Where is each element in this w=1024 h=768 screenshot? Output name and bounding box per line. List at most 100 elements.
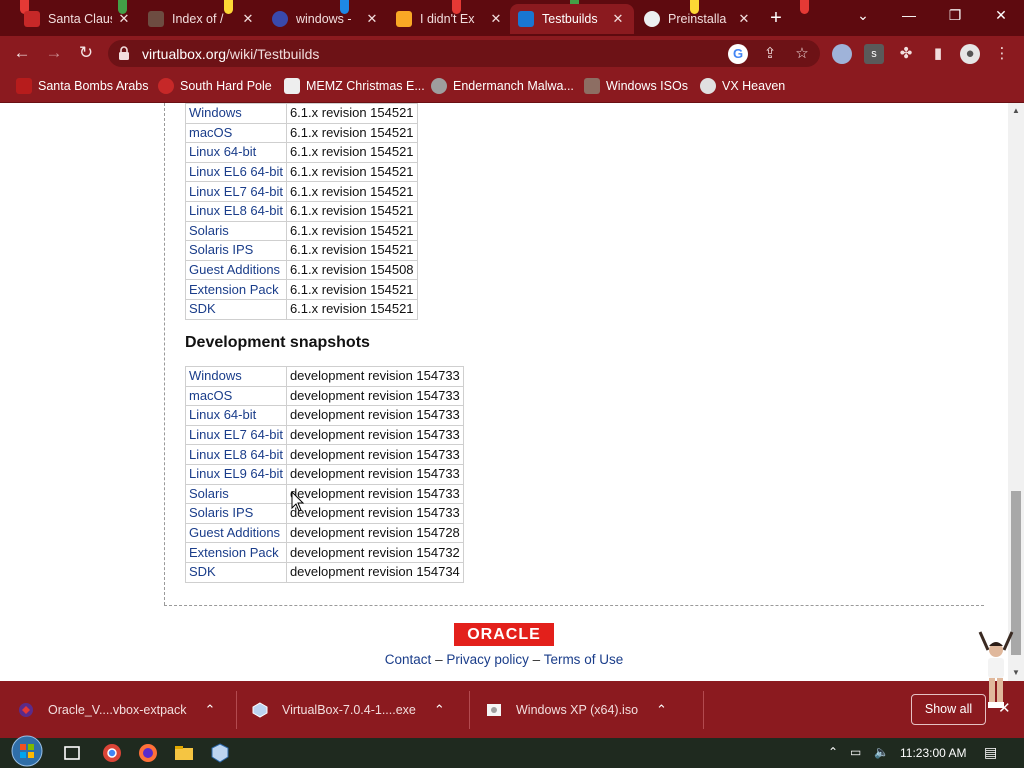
development-snapshots-heading: Development snapshots	[185, 334, 370, 351]
platform-link[interactable]: Guest Additions	[185, 522, 287, 544]
privacy-policy-link[interactable]: Privacy policy	[446, 652, 529, 667]
chevron-up-icon[interactable]: ⌃	[656, 702, 667, 718]
tab-i-didnt-expect[interactable]: I didn't Ex ✕	[388, 4, 512, 34]
tab-santa-claus[interactable]: Santa Claus ✕	[16, 4, 140, 34]
tab-index-of[interactable]: Index of / ✕	[140, 4, 264, 34]
table-row: Linux EL7 64-bit development revision 154…	[185, 424, 464, 446]
table-row: Extension Pack development revision 15473…	[185, 542, 464, 563]
download-item[interactable]: Oracle_V....vbox-extpack ⌃	[18, 695, 215, 725]
platform-link[interactable]: Solaris IPS	[185, 503, 287, 524]
platform-link[interactable]: Linux 64-bit	[185, 142, 287, 163]
google-lens-icon[interactable]: G	[728, 44, 748, 64]
table-row: Linux EL8 64-bit 6.1.x revision 154521	[185, 200, 418, 222]
platform-link[interactable]: Windows	[185, 366, 287, 387]
platform-link[interactable]: Guest Additions	[185, 259, 287, 281]
windows-taskbar: ⌃ ▭ 🔈 11:23:00 AM ▤	[0, 735, 1024, 768]
tab-preinstalled[interactable]: Preinstalla ✕	[636, 4, 760, 34]
close-tab-icon[interactable]: ✕	[364, 11, 380, 27]
bookmark-south-hard-pole[interactable]: South Hard Pole	[158, 76, 272, 96]
network-icon[interactable]: ▭	[850, 745, 861, 759]
back-button[interactable]: ←	[10, 41, 34, 65]
platform-link[interactable]: Linux EL7 64-bit	[185, 181, 287, 202]
file-explorer-icon[interactable]	[172, 741, 196, 765]
action-center-icon[interactable]: ▤	[984, 744, 997, 761]
chevron-up-icon[interactable]: ⌃	[205, 702, 216, 718]
forward-button[interactable]: →	[42, 41, 66, 65]
taskbar-clock[interactable]: 11:23:00 AM	[900, 746, 967, 760]
virtualbox-taskbar-icon[interactable]	[208, 741, 232, 765]
platform-link[interactable]: SDK	[185, 298, 287, 320]
table-row: Linux EL6 64-bit 6.1.x revision 154521	[185, 161, 418, 183]
firefox-taskbar-icon[interactable]	[136, 741, 160, 765]
close-window-button[interactable]: ✕	[978, 0, 1024, 30]
platform-link[interactable]: Linux EL7 64-bit	[185, 424, 287, 446]
platform-link[interactable]: Solaris IPS	[185, 240, 287, 261]
show-hidden-icons-chevron[interactable]: ⌃	[828, 745, 838, 759]
close-tab-icon[interactable]: ✕	[736, 11, 752, 27]
start-button-icon[interactable]	[10, 734, 44, 768]
platform-link[interactable]: Linux 64-bit	[185, 405, 287, 426]
extension-flag-icon[interactable]	[832, 44, 852, 64]
bookmark-santa-bombs[interactable]: Santa Bombs Arabs	[16, 76, 148, 96]
volume-icon[interactable]: 🔈	[874, 745, 889, 759]
bookmark-label: MEMZ Christmas E...	[306, 79, 425, 93]
platform-link[interactable]: macOS	[185, 122, 287, 144]
profile-avatar-icon[interactable]: ●	[960, 44, 980, 64]
bookmark-favicon-icon	[584, 78, 600, 94]
revision-value: 6.1.x revision 154521	[285, 142, 418, 163]
tab-label: windows -	[296, 12, 352, 26]
oracle-logo[interactable]: ORACLE	[454, 623, 554, 646]
new-tab-button[interactable]: +	[764, 6, 788, 30]
menu-kebab-icon[interactable]: ⋮	[992, 44, 1012, 64]
bookmark-star-icon[interactable]: ☆	[792, 44, 812, 64]
minimize-button[interactable]: —	[886, 0, 932, 30]
url-path: /wiki/Testbuilds	[226, 46, 320, 62]
platform-link[interactable]: Extension Pack	[185, 279, 287, 300]
terms-of-use-link[interactable]: Terms of Use	[544, 652, 624, 667]
platform-link[interactable]: macOS	[185, 385, 287, 407]
platform-link[interactable]: Solaris	[185, 483, 287, 505]
content-bottom-border	[164, 605, 984, 606]
close-tab-icon[interactable]: ✕	[240, 11, 256, 27]
footer-separator: –	[532, 652, 541, 667]
chrome-taskbar-icon[interactable]	[100, 741, 124, 765]
platform-link[interactable]: Extension Pack	[185, 542, 287, 563]
chevron-up-icon[interactable]: ⌃	[434, 702, 445, 718]
extensions-puzzle-icon[interactable]: ✤	[896, 44, 916, 64]
tab-testbuilds[interactable]: Testbuilds ✕	[510, 4, 634, 34]
lock-icon	[119, 46, 129, 60]
close-tab-icon[interactable]: ✕	[488, 11, 504, 27]
bookmark-memz-christmas[interactable]: MEMZ Christmas E...	[284, 76, 425, 96]
reload-button[interactable]: ↻	[74, 41, 98, 65]
side-panel-icon[interactable]: ▮	[928, 44, 948, 64]
revision-value: 6.1.x revision 154521	[285, 161, 418, 183]
download-item[interactable]: VirtualBox-7.0.4-1....exe ⌃	[252, 695, 445, 725]
address-bar[interactable]: virtualbox.org/wiki/Testbuilds G ⇪ ☆	[108, 40, 820, 67]
platform-link[interactable]: Linux EL8 64-bit	[185, 444, 287, 465]
tab-label: Preinstalla	[668, 12, 727, 26]
platform-link[interactable]: Linux EL8 64-bit	[185, 200, 287, 222]
bookmark-endermanch[interactable]: Endermanch Malwa...	[431, 76, 574, 96]
extension-s-icon[interactable]: s	[864, 44, 884, 64]
task-view-icon[interactable]	[60, 741, 84, 765]
download-item[interactable]: Windows XP (x64).iso ⌃	[486, 695, 667, 725]
platform-link[interactable]: Linux EL9 64-bit	[185, 463, 287, 485]
close-tab-icon[interactable]: ✕	[116, 11, 132, 27]
scroll-up-arrow-icon[interactable]: ▲	[1008, 103, 1024, 119]
tab-search-chevron-icon[interactable]: ⌄	[840, 0, 886, 30]
platform-link[interactable]: Windows	[185, 103, 287, 124]
tab-windows[interactable]: windows - ✕	[264, 4, 388, 34]
bookmark-windows-isos[interactable]: Windows ISOs	[584, 76, 688, 96]
restore-button[interactable]: ❐	[932, 0, 978, 30]
show-all-downloads-button[interactable]: Show all	[911, 694, 986, 725]
contact-link[interactable]: Contact	[385, 652, 432, 667]
extpack-file-icon	[19, 703, 33, 717]
vertical-scrollbar[interactable]: ▲ ▼	[1008, 103, 1024, 681]
bookmark-vx-heaven[interactable]: VX Heaven	[700, 76, 785, 96]
share-icon[interactable]: ⇪	[760, 44, 780, 64]
bookmark-favicon-icon	[431, 78, 447, 94]
platform-link[interactable]: Solaris	[185, 220, 287, 242]
platform-link[interactable]: Linux EL6 64-bit	[185, 161, 287, 183]
close-tab-icon[interactable]: ✕	[610, 11, 626, 27]
platform-link[interactable]: SDK	[185, 561, 287, 583]
